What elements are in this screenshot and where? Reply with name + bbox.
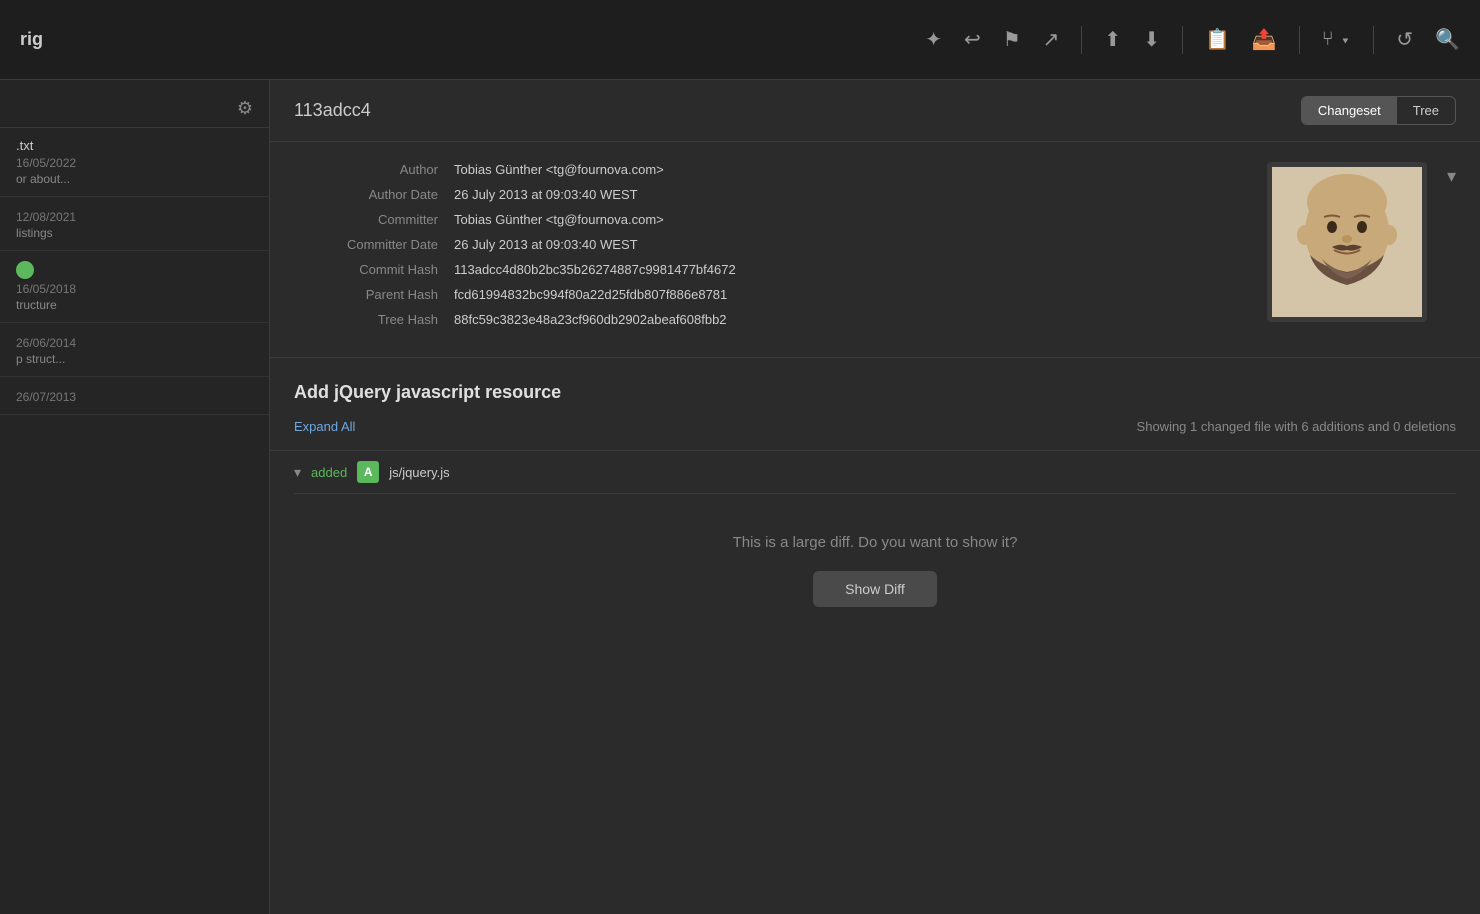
toolbar-icons: ✦ ↩ ⚑ ↗ ⬆ ⬇ 📋 📤 ⑂ ▾ ↺ 🔍: [925, 26, 1460, 54]
author-date-value: 26 July 2013 at 09:03:40 WEST: [454, 187, 638, 202]
file-status: added: [311, 465, 347, 480]
tree-hash-value: 88fc59c3823e48a23cf960db2902abeaf608fbb2: [454, 312, 727, 327]
committer-value: Tobias Günther <tg@fournova.com>: [454, 212, 664, 227]
tree-tab[interactable]: Tree: [1397, 97, 1455, 124]
commit-message-section: Add jQuery javascript resource Expand Al…: [270, 358, 1480, 451]
committer-date-value: 26 July 2013 at 09:03:40 WEST: [454, 237, 638, 252]
branch-icon[interactable]: ⑂ ▾: [1322, 28, 1352, 51]
large-diff-message: This is a large diff. Do you want to sho…: [318, 534, 1432, 551]
pop-stash-icon[interactable]: 📤: [1252, 27, 1277, 52]
committer-row: Committer Tobias Günther <tg@fournova.co…: [294, 212, 1247, 227]
commit-hash-row: Commit Hash 113adcc4d80b2bc35b26274887c9…: [294, 262, 1247, 277]
commit-dot-icon: [16, 261, 34, 279]
parent-hash-row: Parent Hash fcd61994832bc994f80a22d25fdb…: [294, 287, 1247, 302]
content-area: 113adcc4 Changeset Tree Author Tobias Gü…: [270, 80, 1480, 914]
filter-icon[interactable]: ⚙: [237, 98, 253, 119]
show-diff-button[interactable]: Show Diff: [813, 571, 937, 607]
list-item[interactable]: 16/05/2018 tructure: [0, 251, 269, 323]
author-date-row: Author Date 26 July 2013 at 09:03:40 WES…: [294, 187, 1247, 202]
file-diff-area: ▾ added A js/jquery.js This is a large d…: [270, 451, 1480, 667]
commit-meta: Author Tobias Günther <tg@fournova.com> …: [294, 162, 1247, 337]
sidebar-item-date: 16/05/2018: [16, 282, 253, 296]
file-badge: A: [357, 461, 379, 483]
tree-hash-label: Tree Hash: [294, 312, 454, 327]
sidebar-item-date: 26/07/2013: [16, 390, 253, 404]
parent-hash-value: fcd61994832bc994f80a22d25fdb807f886e8781: [454, 287, 727, 302]
commit-hash: 113adcc4: [294, 100, 371, 121]
commit-message: Add jQuery javascript resource: [294, 382, 1456, 403]
sidebar-item-desc: listings: [16, 226, 253, 240]
search-icon[interactable]: 🔍: [1435, 27, 1460, 52]
collapse-chevron-icon[interactable]: ▾: [1447, 166, 1456, 187]
flag-icon[interactable]: ⚑: [1003, 27, 1021, 52]
sidebar-item-desc: or about...: [16, 172, 253, 186]
list-item[interactable]: 12/08/2021 listings: [0, 197, 269, 251]
sidebar-filter-bar: ⚙: [0, 90, 269, 128]
diff-summary: Showing 1 changed file with 6 additions …: [1137, 419, 1456, 434]
push-up-icon[interactable]: ⬆: [1104, 27, 1121, 52]
file-name: js/jquery.js: [389, 465, 449, 480]
app-title: rig: [20, 29, 43, 50]
list-item[interactable]: 26/07/2013: [0, 377, 269, 415]
main-layout: ⚙ .txt 16/05/2022 or about... 12/08/2021…: [0, 80, 1480, 914]
committer-date-label: Committer Date: [294, 237, 454, 252]
sidebar-item-desc: p struct...: [16, 352, 253, 366]
view-toggle: Changeset Tree: [1301, 96, 1456, 125]
author-label: Author: [294, 162, 454, 177]
avatar-image: [1272, 167, 1422, 317]
diff-summary-row: Expand All Showing 1 changed file with 6…: [294, 419, 1456, 434]
parent-hash-label: Parent Hash: [294, 287, 454, 302]
toolbar-divider-4: [1373, 26, 1374, 54]
sidebar: ⚙ .txt 16/05/2022 or about... 12/08/2021…: [0, 80, 270, 914]
stash-icon[interactable]: 📋: [1205, 27, 1230, 52]
refresh-icon[interactable]: ↺: [1396, 27, 1413, 52]
merge-icon[interactable]: ↗: [1043, 27, 1060, 52]
author-value: Tobias Günther <tg@fournova.com>: [454, 162, 664, 177]
commit-hash-full: 113adcc4d80b2bc35b26274887c9981477bf4672: [454, 262, 736, 277]
toolbar-divider-2: [1182, 26, 1183, 54]
commit-hash-label: Commit Hash: [294, 262, 454, 277]
author-row: Author Tobias Günther <tg@fournova.com>: [294, 162, 1247, 177]
expand-all-button[interactable]: Expand All: [294, 419, 355, 434]
list-item[interactable]: .txt 16/05/2022 or about...: [0, 128, 269, 197]
magic-wand-icon[interactable]: ✦: [925, 27, 942, 52]
changeset-tab[interactable]: Changeset: [1302, 97, 1397, 124]
toolbar-divider-3: [1299, 26, 1300, 54]
sidebar-item-title: .txt: [16, 138, 253, 153]
commit-details: Author Tobias Günther <tg@fournova.com> …: [270, 142, 1480, 358]
toolbar: rig ✦ ↩ ⚑ ↗ ⬆ ⬇ 📋 📤 ⑂ ▾ ↺ 🔍: [0, 0, 1480, 80]
sidebar-item-date: 16/05/2022: [16, 156, 253, 170]
sidebar-item-date: 12/08/2021: [16, 210, 253, 224]
file-row: ▾ added A js/jquery.js: [294, 451, 1456, 494]
sidebar-item-date: 26/06/2014: [16, 336, 253, 350]
committer-date-row: Committer Date 26 July 2013 at 09:03:40 …: [294, 237, 1247, 252]
large-diff-prompt: This is a large diff. Do you want to sho…: [294, 494, 1456, 647]
toolbar-divider-1: [1081, 26, 1082, 54]
undo-icon[interactable]: ↩: [964, 27, 981, 52]
file-chevron-icon[interactable]: ▾: [294, 464, 301, 481]
committer-label: Committer: [294, 212, 454, 227]
commit-header: 113adcc4 Changeset Tree: [270, 80, 1480, 142]
author-date-label: Author Date: [294, 187, 454, 202]
avatar: [1267, 162, 1427, 322]
tree-hash-row: Tree Hash 88fc59c3823e48a23cf960db2902ab…: [294, 312, 1247, 327]
sidebar-item-desc: tructure: [16, 298, 253, 312]
push-down-icon[interactable]: ⬇: [1143, 27, 1160, 52]
list-item[interactable]: 26/06/2014 p struct...: [0, 323, 269, 377]
